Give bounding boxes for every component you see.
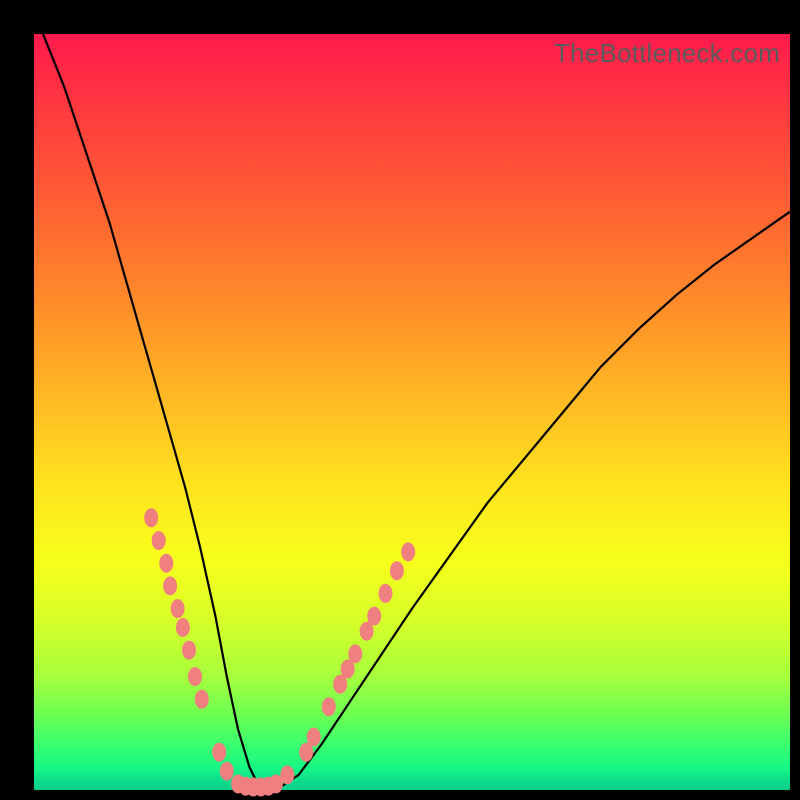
marker-point (160, 554, 173, 572)
bottleneck-curve (34, 11, 790, 790)
marker-point (171, 600, 184, 618)
marker-point (368, 607, 381, 625)
marker-point (402, 543, 415, 561)
marker-point (183, 641, 196, 659)
marker-point (269, 775, 282, 793)
marker-point (195, 690, 208, 708)
marker-point (334, 675, 347, 693)
marker-point (341, 660, 354, 678)
chart-frame: TheBottleneck.com (0, 0, 800, 800)
marker-point (307, 728, 320, 746)
marker-point (300, 743, 313, 761)
marker-point (145, 509, 158, 527)
plot-area: TheBottleneck.com (34, 34, 790, 790)
marker-point (390, 562, 403, 580)
marker-point (164, 577, 177, 595)
marker-point (322, 698, 335, 716)
marker-point (176, 619, 189, 637)
marker-point (360, 622, 373, 640)
watermark-text: TheBottleneck.com (554, 38, 780, 69)
highlight-markers (145, 509, 415, 796)
marker-point (213, 743, 226, 761)
marker-point (220, 762, 233, 780)
marker-point (189, 668, 202, 686)
marker-point (152, 532, 165, 550)
marker-point (281, 766, 294, 784)
marker-point (379, 584, 392, 602)
chart-svg (34, 34, 790, 790)
marker-point (349, 645, 362, 663)
